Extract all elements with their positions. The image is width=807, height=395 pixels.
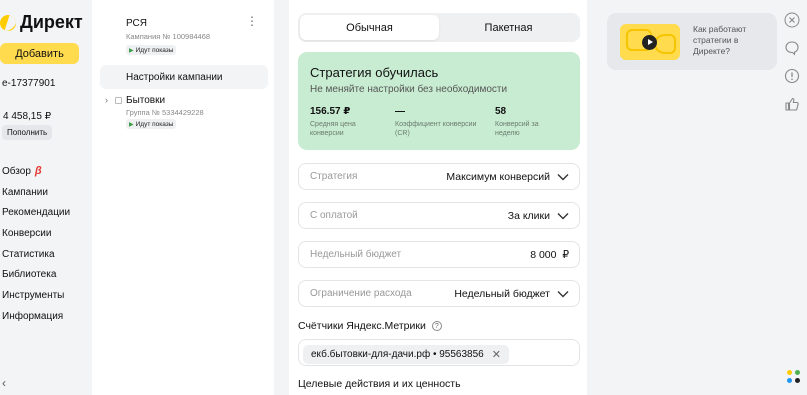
- topup-button[interactable]: Пополнить: [2, 125, 53, 140]
- nav-item-tools[interactable]: Инструменты: [2, 285, 70, 306]
- side-toolbar: [784, 12, 800, 112]
- campaign-status-badge: ▶ Идут показы: [126, 45, 177, 55]
- payment-select[interactable]: С оплатой За клики: [298, 202, 580, 229]
- add-button[interactable]: Добавить: [0, 43, 79, 64]
- spend-limit-select[interactable]: Ограничение расхода Недельный бюджет: [298, 280, 580, 307]
- strategy-learned-banner: Стратегия обучилась Не меняйте настройки…: [298, 52, 580, 150]
- nav-item-overview[interactable]: Обзор β: [2, 161, 70, 182]
- campaign-number: Кампания № 100984468: [126, 32, 211, 41]
- group-name[interactable]: Бытовки: [126, 95, 165, 106]
- strategy-video-promo[interactable]: Как работают стратегии в Директе?: [607, 13, 777, 70]
- collapse-sidebar-icon[interactable]: ‹: [2, 376, 6, 390]
- remove-chip-icon[interactable]: ✕: [492, 348, 501, 361]
- strategy-card: Обычная Пакетная Стратегия обучилась Не …: [289, 0, 587, 395]
- group-status-badge: ▶ Идут показы: [126, 119, 177, 129]
- tab-regular[interactable]: Обычная: [300, 15, 439, 40]
- nav-item-information[interactable]: Информация: [2, 306, 70, 327]
- yandex-direct-logo-icon: [0, 14, 16, 31]
- alert-icon[interactable]: [784, 68, 800, 84]
- metrika-counter-field[interactable]: екб.бытовки-для-дачи.рф • 95563856 ✕: [298, 339, 580, 366]
- account-balance: 4 458,15 ₽: [3, 111, 52, 122]
- metric-avg-cpa: 156.57 ₽ Средняя цена конверсии: [310, 106, 356, 137]
- play-icon: ▶: [129, 47, 134, 54]
- group-number: Группа № 5334429228: [126, 108, 204, 117]
- counter-chip: екб.бытовки-для-дачи.рф • 95563856 ✕: [303, 345, 509, 364]
- chevron-down-icon: [557, 290, 569, 297]
- close-icon[interactable]: [784, 12, 800, 28]
- tab-package[interactable]: Пакетная: [439, 15, 578, 40]
- like-icon[interactable]: [784, 96, 800, 112]
- logo-text: Директ: [20, 12, 83, 32]
- campaign-tree: РСЯ ⋮ Кампания № 100984468 ▶ Идут показы…: [92, 0, 274, 395]
- nav-item-conversions[interactable]: Конверсии: [2, 223, 70, 244]
- help-icon[interactable]: ?: [431, 321, 442, 331]
- account-login[interactable]: e-17377901: [2, 78, 55, 89]
- metric-cr: — Коэффициент конверсии (CR): [395, 106, 477, 137]
- right-panel: Как работают стратегии в Директе?: [602, 0, 807, 395]
- nav-item-campaigns[interactable]: Кампании: [2, 182, 70, 203]
- campaign-settings-item[interactable]: Настройки кампании: [100, 65, 268, 89]
- beta-badge: β: [34, 165, 42, 178]
- more-options-icon[interactable]: ⋮: [246, 15, 258, 27]
- weekly-budget-input[interactable]: Недельный бюджет 8 000 ₽: [298, 241, 580, 268]
- nav-item-library[interactable]: Библиотека: [2, 264, 70, 285]
- expand-group-icon[interactable]: ›: [105, 95, 108, 105]
- promo-text: Как работают стратегии в Директе?: [693, 24, 747, 56]
- apps-icon[interactable]: [787, 370, 801, 384]
- banner-subtitle: Не меняйте настройки без необходимости: [310, 84, 508, 95]
- play-icon: ▶: [129, 121, 134, 128]
- nav-item-statistics[interactable]: Статистика: [2, 244, 70, 265]
- metric-conversions: 58 Конверсий за неделю: [495, 106, 539, 137]
- strategy-mode-tabs: Обычная Пакетная: [298, 13, 580, 42]
- video-thumbnail: [620, 24, 680, 60]
- chevron-down-icon: [557, 212, 569, 219]
- goals-title: Целевые действия и их ценность: [298, 378, 461, 390]
- main-nav: Обзор β Кампании Рекомендации Конверсии С…: [2, 161, 70, 327]
- main-panel: Обычная Пакетная Стратегия обучилась Не …: [274, 0, 602, 395]
- direct-logo[interactable]: Директ: [0, 12, 83, 33]
- strategy-select[interactable]: Стратегия Максимум конверсий: [298, 163, 580, 190]
- group-checkbox[interactable]: [115, 97, 122, 104]
- left-sidebar: Директ Добавить e-17377901 4 458,15 ₽ По…: [0, 0, 92, 395]
- nav-item-recommendations[interactable]: Рекомендации: [2, 202, 70, 223]
- chat-icon[interactable]: [784, 40, 800, 56]
- chevron-down-icon: [557, 173, 569, 180]
- campaign-name[interactable]: РСЯ: [126, 18, 147, 29]
- banner-title: Стратегия обучилась: [310, 65, 439, 80]
- metrika-counters-title: Счётчики Яндекс.Метрики ?: [298, 320, 442, 332]
- play-icon: [642, 35, 657, 50]
